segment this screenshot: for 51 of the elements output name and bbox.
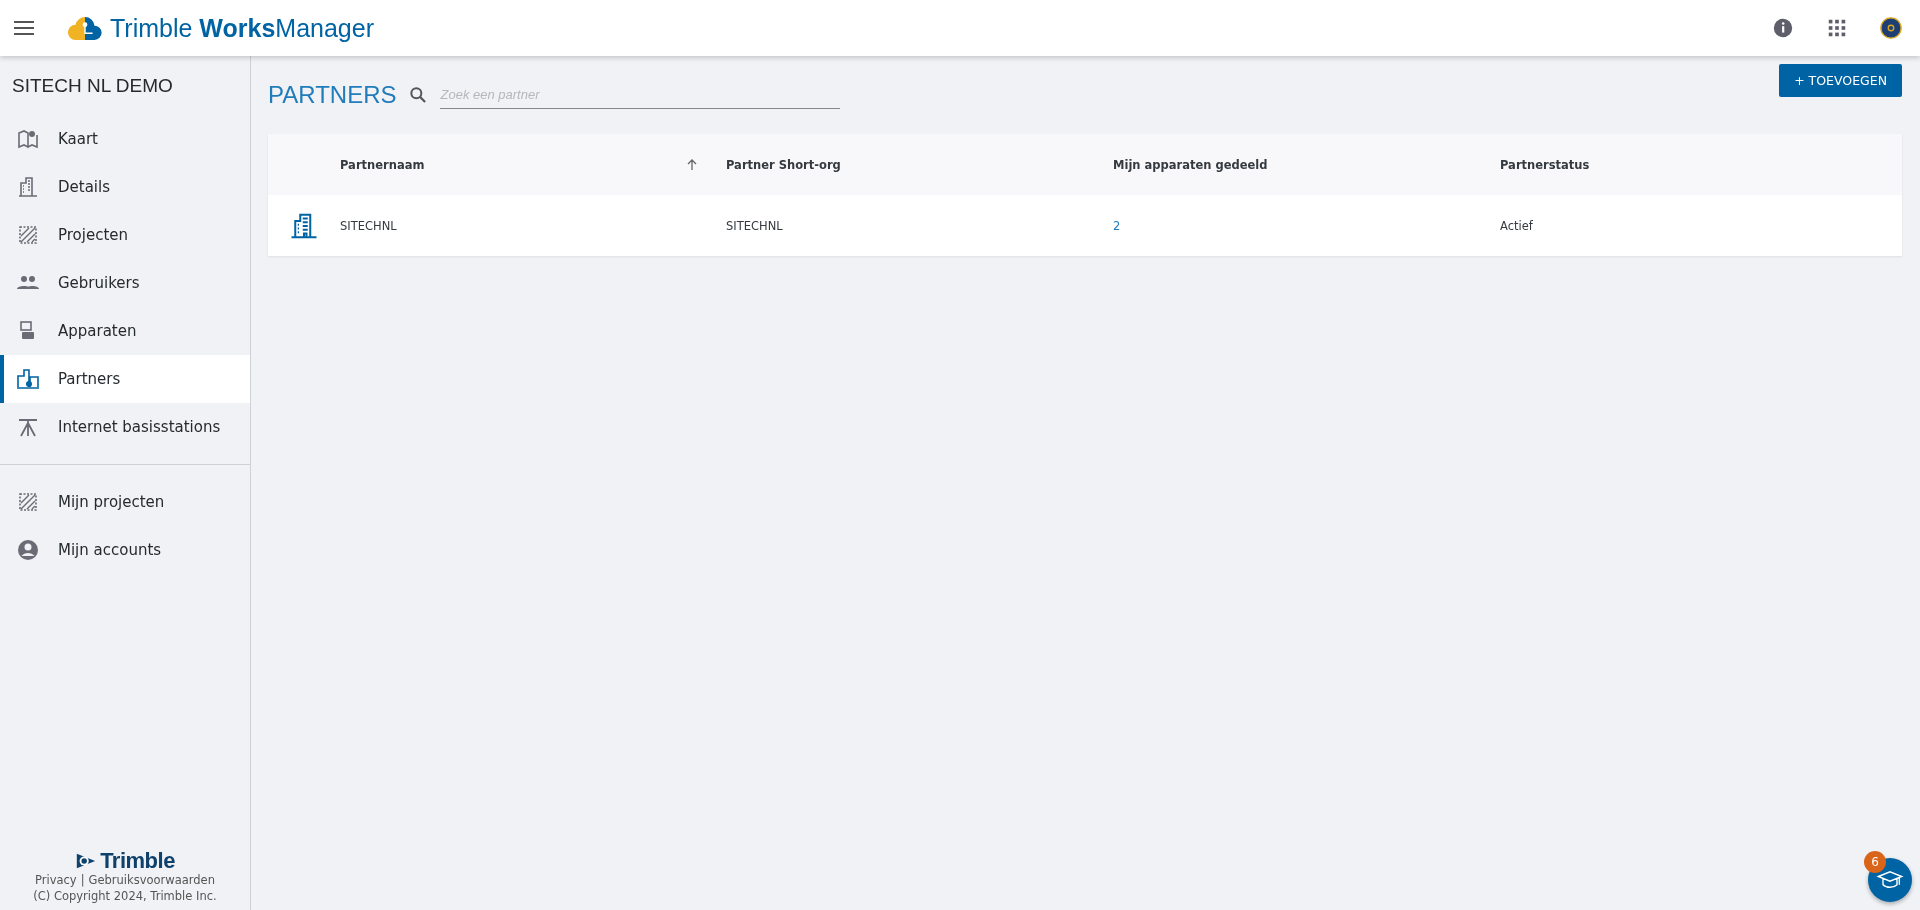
copyright-text: (C) Copyright 2024, Trimble Inc. <box>32 888 218 904</box>
column-header[interactable]: Partnerstatus <box>1500 157 1590 172</box>
nav-item[interactable]: Internet basisstations <box>0 403 250 451</box>
search-icon <box>408 85 429 105</box>
hatched-area-icon <box>16 223 40 247</box>
nav-label: Kaart <box>58 130 98 148</box>
table-cell-text: SITECHNL <box>340 218 398 233</box>
nav-item[interactable]: Kaart <box>0 115 250 163</box>
organization-name: SITECH NL DEMO <box>11 74 174 98</box>
add-button[interactable]: + TOEVOEGEN <box>1779 63 1902 97</box>
column-header[interactable]: Partner Short-org <box>726 157 841 172</box>
nav-label: Apparaten <box>58 322 137 340</box>
nav-item[interactable]: Mijn accounts <box>0 526 250 574</box>
building-icon <box>16 175 40 199</box>
nav-label: Mijn projecten <box>58 493 165 511</box>
page-title: PARTNERS <box>268 81 397 109</box>
nav-item[interactable]: Mijn projecten <box>0 478 250 526</box>
avatar-icon[interactable] <box>1880 17 1902 39</box>
info-icon[interactable] <box>1772 17 1794 39</box>
terms-link[interactable]: Gebruiksvoorwaarden <box>88 872 215 888</box>
notification-badge: 6 <box>1864 851 1886 873</box>
partners-icon <box>16 367 40 391</box>
cloud-logo-icon <box>66 14 104 42</box>
nav-item[interactable]: Partners <box>0 355 250 403</box>
trimble-logo: Trimble <box>100 853 175 869</box>
sort-ascending-icon[interactable] <box>686 158 698 171</box>
nav-label: Mijn accounts <box>58 541 162 559</box>
nav-label: Details <box>58 178 110 196</box>
app-title: Trimble WorksManager <box>110 13 374 43</box>
nav-item[interactable]: Apparaten <box>0 307 250 355</box>
privacy-link[interactable]: Privacy <box>35 872 77 888</box>
nav-label: Internet basisstations <box>58 418 221 436</box>
column-header[interactable]: Partnernaam <box>340 157 425 172</box>
table-cell-text: Actief <box>1500 218 1534 233</box>
nav-item[interactable]: Details <box>0 163 250 211</box>
nav-label: Partners <box>58 370 121 388</box>
column-header[interactable]: Mijn apparaten gedeeld <box>1113 157 1268 172</box>
shared-devices-link[interactable]: 2 <box>1113 218 1121 233</box>
menu-icon[interactable] <box>14 21 34 35</box>
help-button[interactable] <box>1868 858 1912 902</box>
link-separator: | <box>80 872 85 888</box>
account-icon <box>16 538 40 562</box>
hatched-area-icon <box>16 490 40 514</box>
nav-item[interactable]: Gebruikers <box>0 259 250 307</box>
app-grid-icon[interactable] <box>1826 17 1848 39</box>
nav-item[interactable]: Projecten <box>0 211 250 259</box>
nav-label: Projecten <box>58 226 129 244</box>
search-field[interactable]: Zoek een partner <box>440 81 841 109</box>
table-cell-text: SITECHNL <box>726 218 784 233</box>
nav-label: Gebruikers <box>58 274 140 292</box>
map-icon <box>16 127 40 151</box>
